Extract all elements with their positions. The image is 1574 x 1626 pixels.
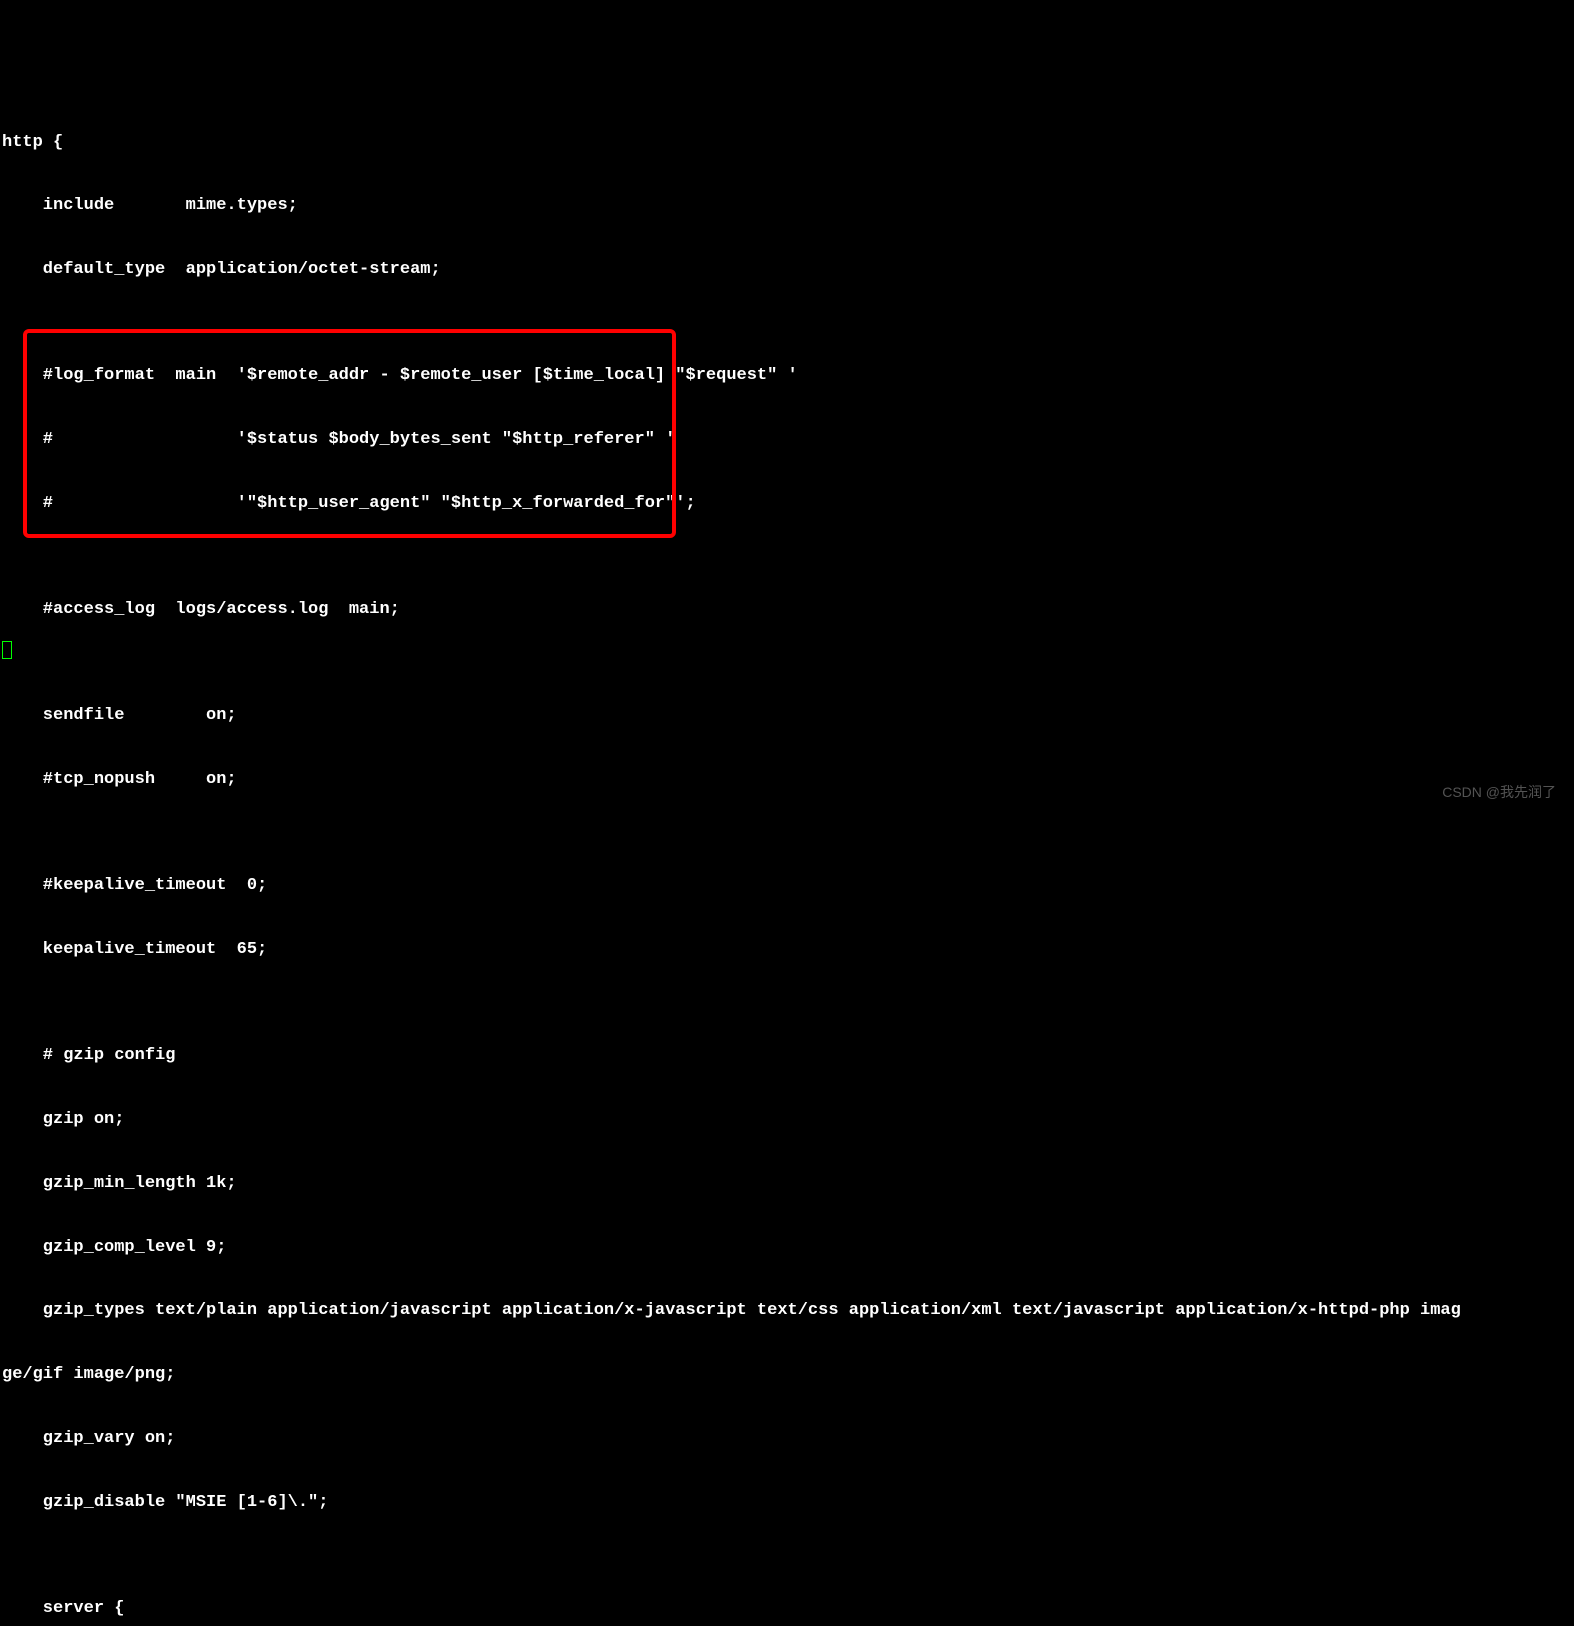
config-line: # gzip config <box>2 1045 1574 1066</box>
config-line: gzip_min_length 1k; <box>2 1173 1574 1194</box>
config-line: # '"$http_user_agent" "$http_x_forwarded… <box>2 493 1574 514</box>
config-line: #log_format main '$remote_addr - $remote… <box>2 365 1574 386</box>
config-line: default_type application/octet-stream; <box>2 259 1574 280</box>
config-line: gzip_comp_level 9; <box>2 1237 1574 1258</box>
config-line: sendfile on; <box>2 705 1574 726</box>
config-line: #keepalive_timeout 0; <box>2 875 1574 896</box>
config-line: keepalive_timeout 65; <box>2 939 1574 960</box>
config-line: gzip on; <box>2 1109 1574 1130</box>
config-line: gzip_disable "MSIE [1-6]\."; <box>2 1492 1574 1513</box>
config-line: include mime.types; <box>2 195 1574 216</box>
config-line: ge/gif image/png; <box>2 1364 1574 1385</box>
terminal-cursor <box>2 641 12 659</box>
config-line: server { <box>2 1598 1574 1619</box>
config-line: gzip_vary on; <box>2 1428 1574 1449</box>
config-line: #access_log logs/access.log main; <box>2 599 1574 620</box>
config-line: gzip_types text/plain application/javasc… <box>2 1300 1574 1321</box>
config-line: http { <box>2 132 1574 153</box>
watermark-text: CSDN @我先润了 <box>1442 784 1556 802</box>
config-line: #tcp_nopush on; <box>2 769 1574 790</box>
terminal-output[interactable]: http { include mime.types; default_type … <box>0 85 1574 1626</box>
config-line: # '$status $body_bytes_sent "$http_refer… <box>2 429 1574 450</box>
